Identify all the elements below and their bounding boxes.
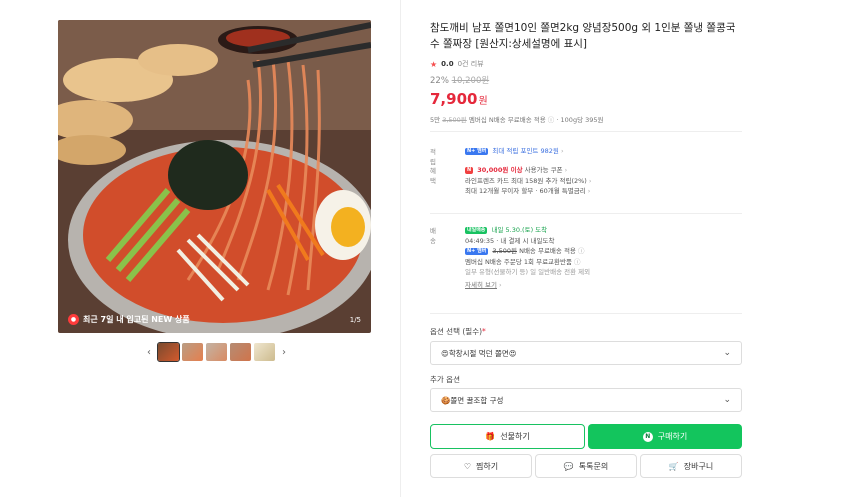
chevron-right-icon: › [587,187,591,195]
option-select-required[interactable]: 😍학창시절 먹던 쫄면😍 ⌄ [430,341,742,365]
buy-button-label: 구매하기 [657,432,688,441]
info-icon[interactable]: ⓘ [574,258,581,266]
installment-text: 최대 12개월 무이자 할부 · 60개월 특별금리 [465,187,586,195]
heart-icon: ♡ [463,461,472,471]
thumbnail-5[interactable] [254,343,275,361]
exclusion-line: 일부 유형(선물하기 등) 일 일반배송 전환 제외 [465,268,591,276]
product-info: 참도깨비 남포 쫄면10인 쫄면2kg 양념장500g 외 1인분 쫄냉 쫄콩국… [430,20,745,124]
naver-pay-icon: N [642,431,653,442]
column-divider [400,0,401,497]
deadline-line: 04:49:35 · 내 결제 시 내일도착 [465,236,555,245]
max-points-link[interactable]: 최대 적립 포인트 982원 [492,147,558,155]
coupon-pill: N [465,166,474,174]
coupon-line[interactable]: N 30,000원 이상 사용가능 쿠폰 › [465,165,740,176]
original-price: 10,200원 [451,76,490,86]
free-return-text: 멤버십 N배송 주문당 1회 무료교환반품 [465,257,572,266]
cart-button[interactable]: 🛒 장바구니 [640,454,742,478]
chevron-right-icon: › [564,166,568,174]
card-points-text: 라인프렌즈 카드 최대 158원 추가 적립(2%) [465,176,587,185]
rating-row[interactable]: ★ 0.0 0건 리뷰 [430,59,745,69]
divider [430,131,742,132]
separator: · [556,116,559,124]
additional-option-label: 추가 옵션 [430,375,460,384]
gift-icon: 🎁 [485,432,496,441]
tomorrow-delivery-pill: 내일배송 [465,226,488,234]
chevron-right-icon: › [588,176,592,185]
rating-score: 0.0 [441,60,454,68]
arrival-date: 내일 5.30.(토) 도착 [491,226,548,234]
coupon-threshold: 30,000원 이상 [477,166,523,174]
sale-price: 7,900 원 [430,90,745,108]
info-icon[interactable]: ⓘ [548,116,555,124]
option-select-additional[interactable]: 🍪쫄면 꿀조합 구성 ⌄ [430,388,742,412]
shipping-text: 멤버십 N배송 무료배송 적용 [468,116,546,124]
thumbnail-1[interactable] [157,342,180,362]
chevron-down-icon: ⌄ [723,395,731,405]
image-page-indicator: 1/5 [349,316,361,324]
shipping-prefix: 5만 [430,116,441,124]
star-icon: ★ [430,59,438,69]
free-return-line: 멤버십 N배송 주문당 1회 무료교환반품 ⓘ [465,257,740,268]
option-select-label: 옵션 선택 (필수)* [430,326,486,337]
shipping-summary: 5만 3,500원 멤버십 N배송 무료배송 적용 ⓘ · 100g당 395원 [430,114,745,124]
original-price-row: 22% 10,200원 [430,74,745,86]
talk-inquiry-button[interactable]: 💬 톡톡문의 [535,454,637,478]
gift-button-label: 선물하기 [500,432,530,441]
chevron-right-icon: › [499,280,502,289]
thumbnail-3[interactable] [206,343,227,361]
new-icon: ● [68,314,79,325]
chevron-right-icon: › [560,147,564,155]
wish-button[interactable]: ♡ 찜하기 [430,454,532,478]
additional-option-value: 🍪쫄면 꿀조합 구성 [441,395,504,405]
shipping-fee-strike: 3,500원 [492,247,517,255]
cart-icon: 🛒 [668,461,679,471]
product-title: 참도깨비 남포 쫄면10인 쫄면2kg 양념장500g 외 1인분 쫄냉 쫄콩국… [430,22,736,50]
free-shipping-line: N+ 멤버 3,500원 N배송 무료배송 적용 ⓘ [465,246,740,257]
option-select-label-text: 옵션 선택 [430,327,460,336]
chat-icon: 💬 [563,461,574,471]
product-main-image[interactable]: ● 최근 7일 내 입고된 NEW 상품 1/5 [58,20,371,333]
talk-button-label: 톡톡문의 [578,461,609,471]
required-star: * [482,327,486,336]
option-required-text: (필수) [462,327,483,336]
new-arrival-text: 최근 7일 내 입고된 NEW 상품 [83,315,190,324]
membership-pill: N+ 멤버 [465,147,489,155]
thumbnail-4[interactable] [230,343,251,361]
delivery-label: 배송 [430,227,436,245]
new-arrival-badge: ● 최근 7일 내 입고된 NEW 상품 [68,314,190,325]
installment-line[interactable]: 최대 12개월 무이자 할부 · 60개월 특별금리 › [465,186,740,197]
divider [430,313,742,314]
free-shipping-text: N배송 무료배송 적용 [519,247,576,255]
coupon-text: 사용가능 쿠폰 [524,166,563,174]
sale-price-number: 7,900 [430,90,478,108]
wish-button-label: 찜하기 [476,461,499,471]
see-more-link[interactable]: 자세히 보기 [465,281,497,289]
membership-pill: N+ 멤버 [465,247,489,255]
thumbnail-2[interactable] [182,343,203,361]
chevron-down-icon: ⌄ [723,348,731,358]
info-icon[interactable]: ⓘ [578,247,585,255]
points-label: 적립 [430,148,436,166]
card-points-line[interactable]: 라인프렌즈 카드 최대 158원 추가 적립(2%) › [465,176,740,187]
noodle-photo [58,20,371,333]
divider [430,213,742,214]
unit-price: 100g당 395원 [560,116,604,124]
discount-percent: 22% [430,76,449,86]
cart-button-label: 장바구니 [683,461,714,471]
buy-button[interactable]: N 구매하기 [588,424,742,449]
option-select-value: 😍학창시절 먹던 쫄면😍 [441,348,517,358]
review-count-link[interactable]: 0건 리뷰 [458,59,484,69]
sale-price-unit: 원 [478,96,488,107]
more-line[interactable]: 자세히 보기 › [465,280,740,291]
thumb-next-button[interactable]: › [278,347,290,358]
shipping-fee-strike: 3,500원 [442,116,467,124]
gift-button[interactable]: 🎁 선물하기 [430,424,585,449]
thumbnail-strip: ‹ › [143,342,290,362]
thumb-prev-button[interactable]: ‹ [143,347,155,358]
benefits-label: 혜택 [430,167,436,185]
arrival-line: 내일배송 내일 5.30.(토) 도착 [465,225,740,236]
